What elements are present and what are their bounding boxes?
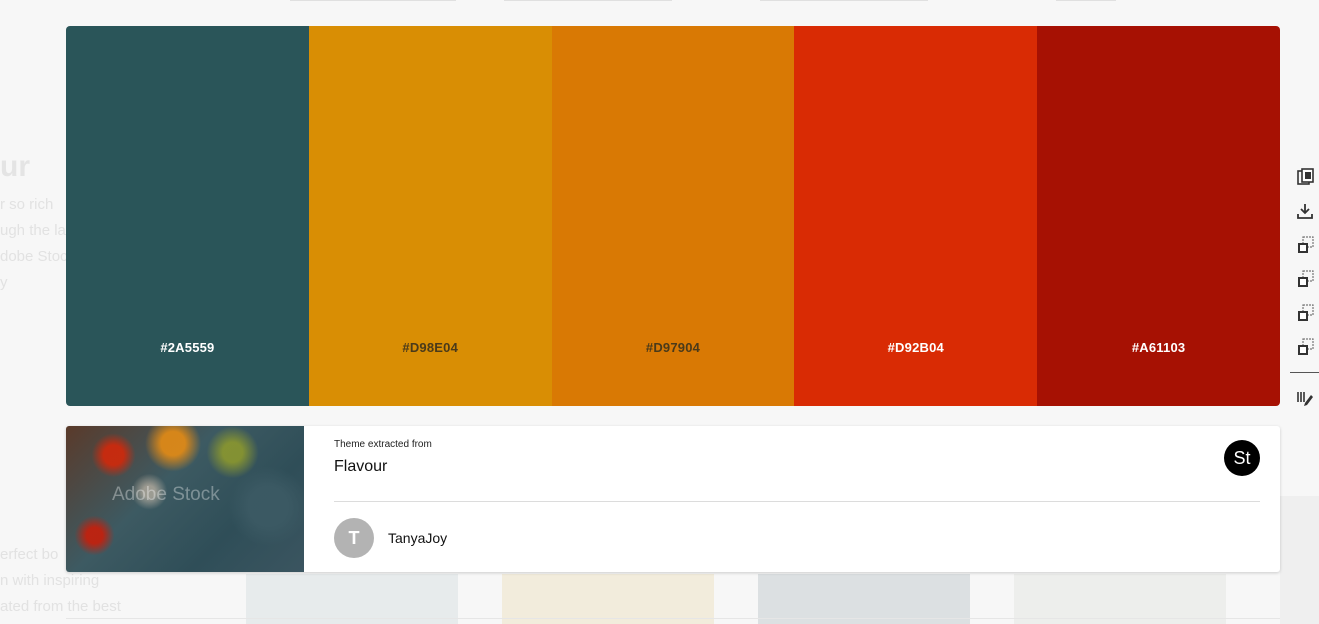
extract-label: Theme extracted from <box>334 439 432 450</box>
copy-to-library-icon <box>1298 236 1314 253</box>
color-palette: #2A5559 #D98E04 #D97904 #D92B04 #A61103 <box>66 26 1280 406</box>
swatch-hex-label[interactable]: #2A5559 <box>66 340 309 355</box>
background-divider <box>66 618 1280 619</box>
copy-to-library-button-4[interactable] <box>1290 330 1319 364</box>
copy-to-library-icon-2 <box>1298 270 1314 287</box>
copy-to-library-icon-3 <box>1298 304 1314 321</box>
background-top-lines <box>0 0 1319 4</box>
color-swatch-5[interactable]: #A61103 <box>1037 26 1280 406</box>
background-paragraph: r so rich ugh the la dobe Stock y <box>0 196 66 291</box>
card-details: Theme extracted from Flavour St T TanyaJ… <box>334 426 1260 572</box>
color-swatch-1[interactable]: #2A5559 <box>66 26 309 406</box>
source-image-thumbnail[interactable]: Adobe Stock <box>66 426 304 572</box>
theme-title[interactable]: Flavour <box>334 458 387 476</box>
background-right-panel <box>1280 496 1319 624</box>
background-thumbnails <box>246 574 1319 624</box>
author-avatar[interactable]: T <box>334 518 374 558</box>
background-heading: ur <box>0 150 30 183</box>
download-button[interactable] <box>1290 194 1319 228</box>
theme-actions-toolbar <box>1290 160 1319 415</box>
copy-to-library-button-1[interactable] <box>1290 228 1319 262</box>
copy-to-library-button-2[interactable] <box>1290 262 1319 296</box>
copy-icon <box>1297 168 1314 185</box>
swatch-hex-label[interactable]: #A61103 <box>1037 340 1280 355</box>
swatch-hex-label[interactable]: #D98E04 <box>309 340 552 355</box>
adobe-stock-badge[interactable]: St <box>1224 440 1260 476</box>
color-swatch-3[interactable]: #D97904 <box>551 26 795 406</box>
color-swatch-4[interactable]: #D92B04 <box>794 26 1038 406</box>
copy-to-library-icon-4 <box>1298 338 1314 355</box>
swatch-hex-label[interactable]: #D92B04 <box>794 340 1037 355</box>
theme-source-card: Adobe Stock Theme extracted from Flavour… <box>66 426 1280 572</box>
edit-icon <box>1297 392 1313 406</box>
color-swatch-2[interactable]: #D98E04 <box>308 26 552 406</box>
swatch-hex-label[interactable]: #D97904 <box>552 340 795 355</box>
copy-button[interactable] <box>1290 160 1319 194</box>
edit-theme-button[interactable] <box>1290 381 1319 415</box>
author-name[interactable]: TanyaJoy <box>388 530 447 546</box>
download-icon <box>1297 204 1313 219</box>
copy-to-library-button-3[interactable] <box>1290 296 1319 330</box>
toolbar-divider <box>1290 372 1319 373</box>
card-divider <box>334 501 1260 502</box>
adobe-stock-watermark: Adobe Stock <box>112 484 220 505</box>
